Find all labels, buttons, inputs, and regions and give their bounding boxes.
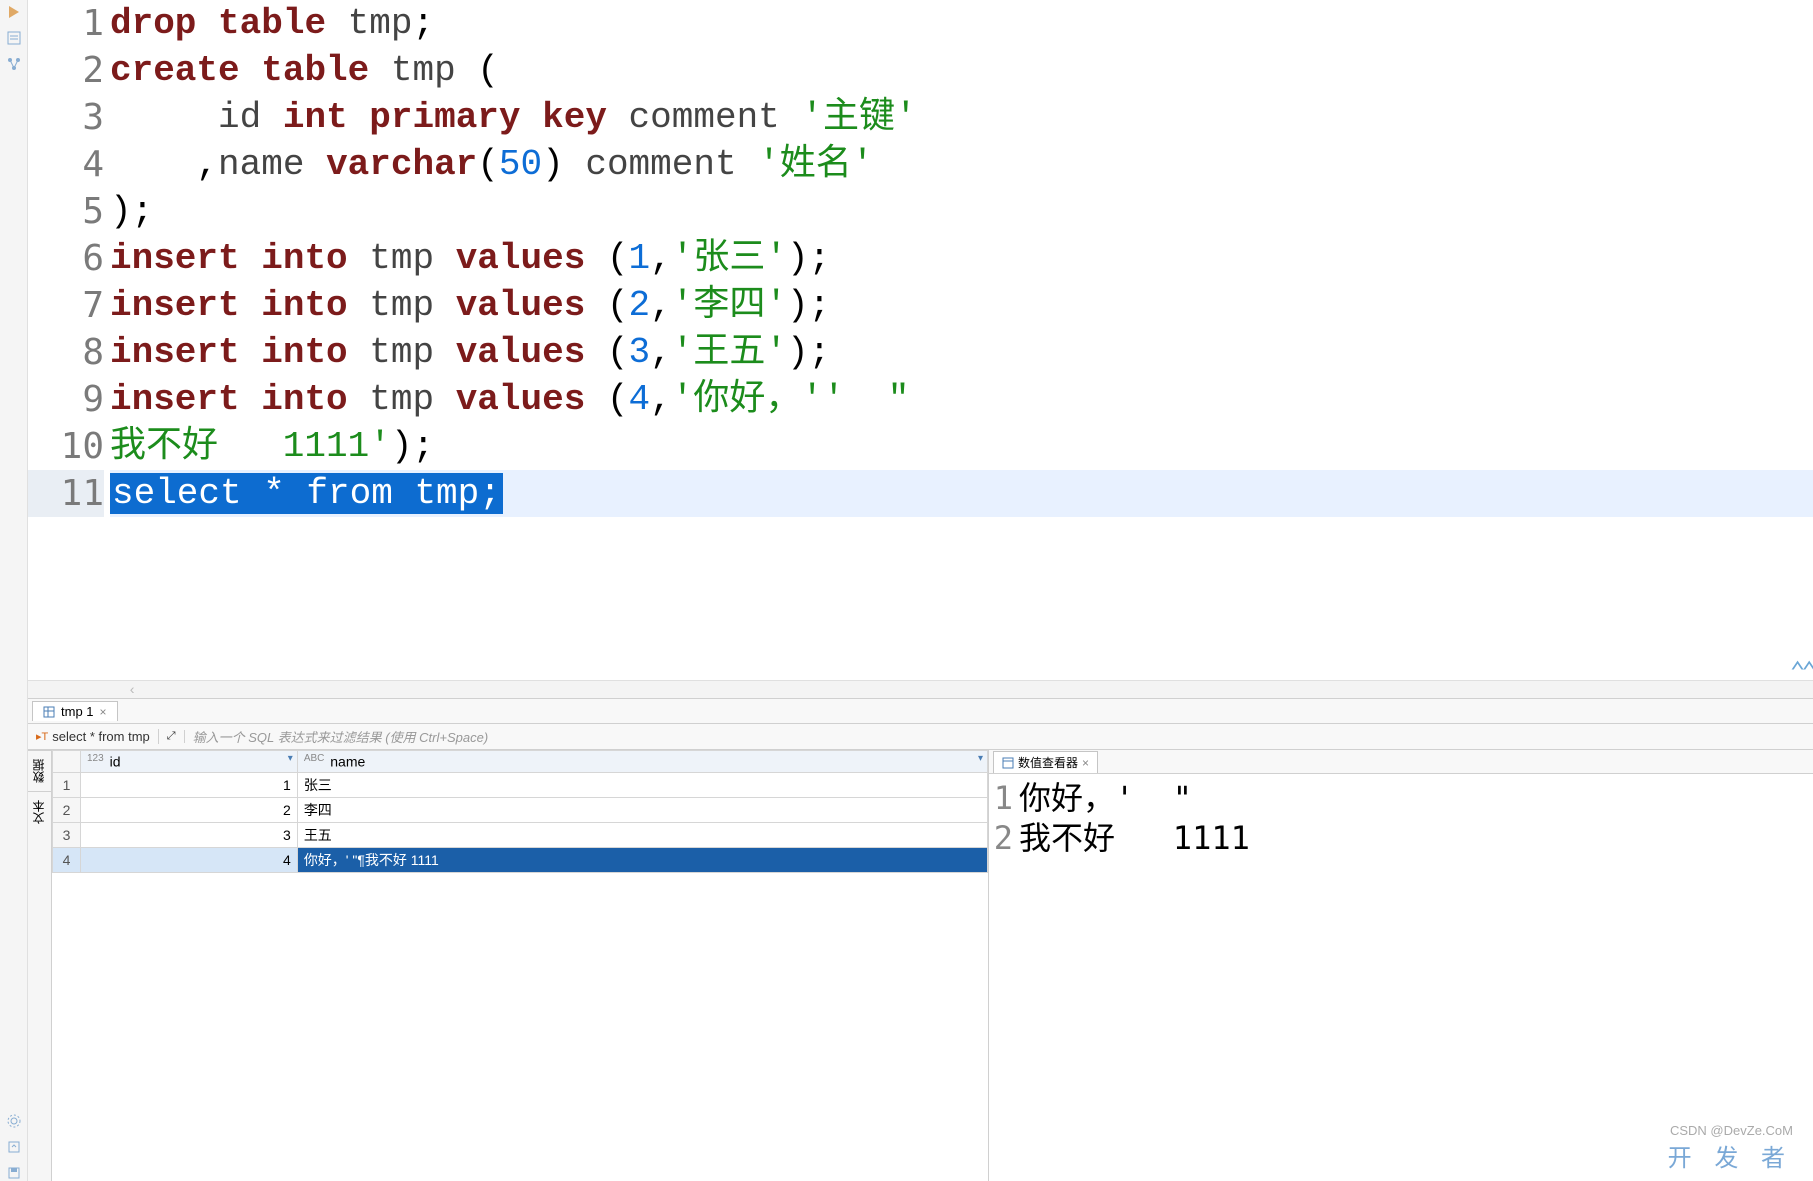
value-viewer: 数值查看器 × 12 你好，' "我不好 1111 — [988, 750, 1813, 1181]
line-number: 9 — [28, 376, 104, 423]
result-tab-label: tmp 1 — [61, 704, 94, 719]
line-number: 10 — [28, 423, 104, 470]
vv-line-number: 1 — [989, 778, 1013, 818]
cell-name[interactable]: 李四 — [297, 798, 987, 823]
run-icon[interactable] — [6, 4, 22, 20]
expand-filter[interactable]: ⤢ — [159, 730, 185, 743]
close-icon[interactable]: × — [1082, 756, 1089, 770]
line-number: 6 — [28, 235, 104, 282]
code-line[interactable]: create table tmp ( — [110, 47, 1813, 94]
side-tab-text[interactable]: 文本 — [28, 791, 51, 832]
side-tab-data[interactable]: 数据 — [28, 750, 51, 791]
sql-editor[interactable]: 1234567891011 drop table tmp;create tabl… — [28, 0, 1813, 680]
horizontal-scrollbar[interactable]: ⌃⌃ ‹ — [28, 680, 1813, 698]
value-viewer-tab[interactable]: 数值查看器 × — [993, 751, 1098, 773]
table-row[interactable]: 44你好，' "¶我不好 1111 — [53, 848, 988, 873]
line-number: 8 — [28, 329, 104, 376]
result-tab[interactable]: tmp 1 × — [32, 701, 118, 721]
filter-stmt-text: select * from tmp — [52, 729, 150, 744]
row-number[interactable]: 3 — [53, 823, 81, 848]
row-number[interactable]: 4 — [53, 848, 81, 873]
left-toolbar — [0, 0, 28, 1181]
line-number: 1 — [28, 0, 104, 47]
row-number[interactable]: 2 — [53, 798, 81, 823]
vv-line: 你好，' " — [1019, 778, 1813, 818]
code-line[interactable]: 我不好 1111'); — [110, 423, 1813, 470]
cell-id[interactable]: 3 — [81, 823, 298, 848]
code-line[interactable]: insert into tmp values (3,'王五'); — [110, 329, 1813, 376]
code-line[interactable]: insert into tmp values (4,'你好，'' " — [110, 376, 1813, 423]
table-row[interactable]: 22李四 — [53, 798, 988, 823]
column-header[interactable]: ABC name▾ — [297, 751, 987, 773]
filter-input[interactable]: 输入一个 SQL 表达式来过滤结果 (使用 Ctrl+Space) — [185, 727, 1813, 746]
line-number: 4 — [28, 141, 104, 188]
table-icon — [43, 706, 55, 718]
viewer-icon — [1002, 757, 1014, 769]
column-header[interactable]: 123 id▾ — [81, 751, 298, 773]
code-line[interactable]: drop table tmp; — [110, 0, 1813, 47]
code-line[interactable]: ); — [110, 188, 1813, 235]
results-tab-bar: tmp 1 × — [28, 698, 1813, 724]
line-number: 2 — [28, 47, 104, 94]
cell-name[interactable]: 你好，' "¶我不好 1111 — [297, 848, 987, 873]
save-icon[interactable] — [6, 1165, 22, 1181]
expand-icon: ⤢ — [167, 730, 176, 743]
cell-name[interactable]: 张三 — [297, 773, 987, 798]
cell-id[interactable]: 2 — [81, 798, 298, 823]
value-viewer-content[interactable]: 12 你好，' "我不好 1111 — [989, 774, 1813, 858]
row-number[interactable]: 1 — [53, 773, 81, 798]
cell-id[interactable]: 1 — [81, 773, 298, 798]
line-gutter: 1234567891011 — [28, 0, 110, 680]
code-line[interactable]: insert into tmp values (1,'张三'); — [110, 235, 1813, 282]
line-number: 5 — [28, 188, 104, 235]
filter-hint: 输入一个 SQL 表达式来过滤结果 (使用 Ctrl+Space) — [193, 727, 489, 746]
export-icon[interactable] — [6, 1139, 22, 1155]
results-grid[interactable]: 123 id▾ABC name▾11张三22李四33王五44你好，' "¶我不好… — [52, 750, 988, 1181]
plan-icon[interactable] — [6, 56, 22, 72]
row-header-corner[interactable] — [53, 751, 81, 773]
value-viewer-label: 数值查看器 — [1018, 754, 1078, 771]
settings-icon[interactable] — [6, 1113, 22, 1129]
code-line[interactable]: ,name varchar(50) comment '姓名' — [110, 141, 1813, 188]
filter-stmt[interactable]: ▸T select * from tmp — [28, 729, 159, 744]
sql-marker-icon: ▸T — [36, 730, 48, 743]
grid-side-tabs: 数据 文本 — [28, 750, 52, 1181]
cell-id[interactable]: 4 — [81, 848, 298, 873]
line-number: 11 — [28, 470, 104, 517]
line-number: 7 — [28, 282, 104, 329]
code-line[interactable]: insert into tmp values (2,'李四'); — [110, 282, 1813, 329]
sash-handle-icon[interactable]: ⌃⌃ — [1790, 657, 1813, 688]
table-row[interactable]: 11张三 — [53, 773, 988, 798]
table-row[interactable]: 33王五 — [53, 823, 988, 848]
vv-line: 我不好 1111 — [1019, 818, 1813, 858]
code-line[interactable]: select * from tmp; — [110, 470, 1813, 517]
script-icon[interactable] — [6, 30, 22, 46]
cell-name[interactable]: 王五 — [297, 823, 987, 848]
code-area[interactable]: drop table tmp;create table tmp ( id int… — [110, 0, 1813, 680]
line-number: 3 — [28, 94, 104, 141]
vv-line-number: 2 — [989, 818, 1013, 858]
filter-bar: ▸T select * from tmp ⤢ 输入一个 SQL 表达式来过滤结果… — [28, 724, 1813, 750]
close-icon[interactable]: × — [100, 705, 107, 719]
code-line[interactable]: id int primary key comment '主键' — [110, 94, 1813, 141]
